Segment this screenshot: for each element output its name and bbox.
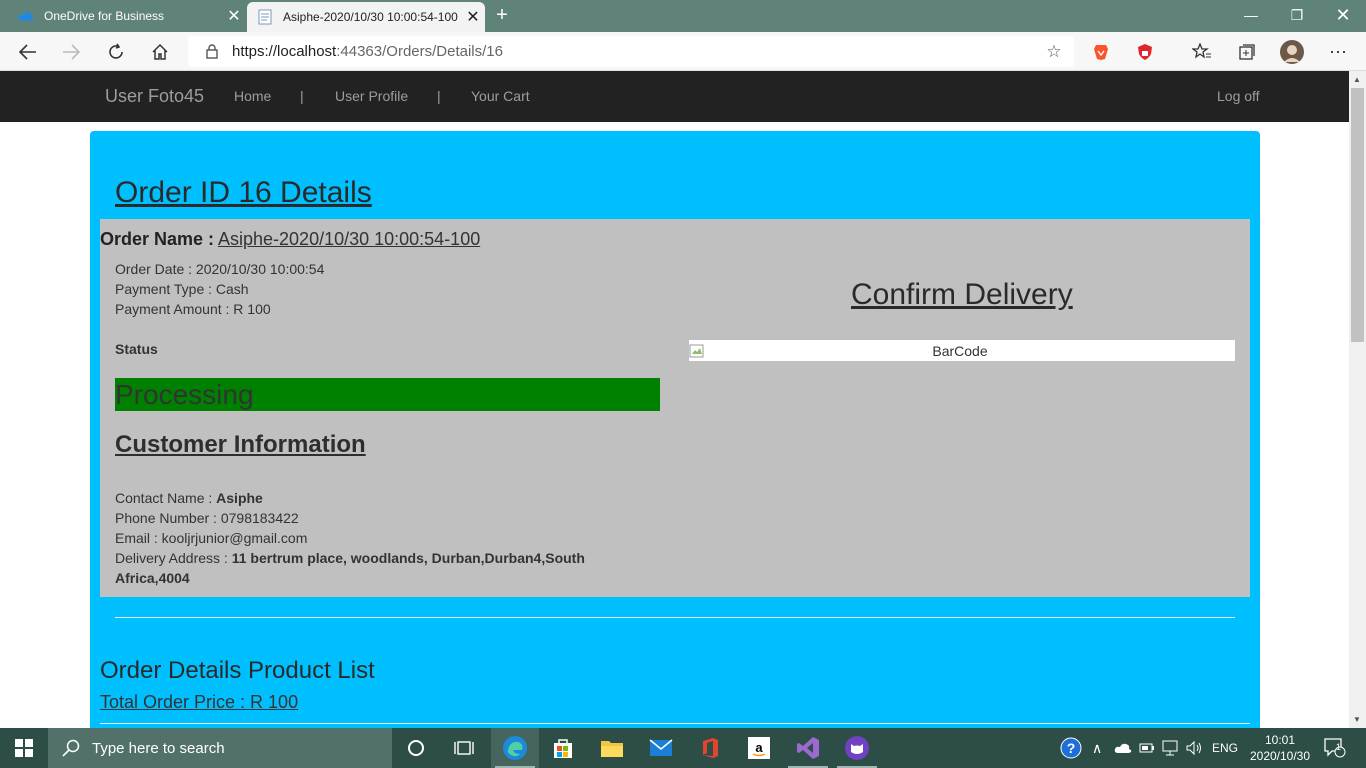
office-icon[interactable] xyxy=(686,728,734,768)
product-list-title: Order Details Product List xyxy=(100,657,375,684)
onedrive-tray-icon[interactable] xyxy=(1114,728,1132,768)
show-hidden-icons-icon[interactable]: ∧ xyxy=(1092,728,1102,768)
cortana-icon[interactable] xyxy=(392,728,440,768)
page-title: Order ID 16 Details xyxy=(115,176,372,209)
language-indicator[interactable]: ENG xyxy=(1212,728,1238,768)
onedrive-cloud-icon xyxy=(18,8,34,24)
browser-tab-strip: OneDrive for Business ✕ Asiphe-2020/10/3… xyxy=(0,0,1366,32)
shield-extension-icon[interactable] xyxy=(1131,38,1159,66)
clock-date: 2020/10/30 xyxy=(1249,749,1311,763)
tab-order-details[interactable]: Asiphe-2020/10/30 10:00:54-100 ✕ xyxy=(247,2,485,32)
total-order-price-link[interactable]: Total Order Price : R 100 xyxy=(100,692,298,713)
phone-number: Phone Number : 0798183422 xyxy=(115,510,299,526)
delivery-address-label: Delivery Address : xyxy=(115,550,232,566)
url-host: https://localhost xyxy=(232,43,337,60)
back-icon[interactable] xyxy=(14,38,42,66)
order-name-link[interactable]: Asiphe-2020/10/30 10:00:54-100 xyxy=(218,229,480,250)
address-bar[interactable]: https://localhost:44363/Orders/Details/1… xyxy=(188,36,1074,67)
lock-icon[interactable] xyxy=(202,44,222,59)
order-name-label: Order Name : xyxy=(100,229,215,249)
battery-icon[interactable] xyxy=(1139,728,1155,768)
payment-type: Payment Type : Cash xyxy=(115,281,249,297)
favorite-star-icon[interactable]: ☆ xyxy=(1034,42,1074,62)
scroll-down-icon[interactable]: ▼ xyxy=(1353,715,1361,724)
contact-name-value: Asiphe xyxy=(216,490,263,506)
taskbar-search-box[interactable]: Type here to search xyxy=(48,728,392,768)
system-clock[interactable]: 10:01 2020/10/30 xyxy=(1240,732,1320,764)
divider xyxy=(100,723,1250,724)
github-desktop-icon[interactable] xyxy=(833,728,881,768)
volume-icon[interactable] xyxy=(1186,728,1204,768)
broken-image-icon xyxy=(689,343,705,359)
divider xyxy=(115,617,1235,618)
payment-amount: Payment Amount : R 100 xyxy=(115,301,271,317)
delivery-address-line2: Africa,4004 xyxy=(115,570,190,586)
status-value: Processing xyxy=(115,379,254,410)
site-brand[interactable]: User Foto45 xyxy=(105,86,204,107)
nav-cart-link[interactable]: Your Cart xyxy=(471,88,530,104)
clock-time: 10:01 xyxy=(1264,733,1296,747)
barcode-image: BarCode xyxy=(689,340,1235,361)
refresh-icon[interactable] xyxy=(102,38,130,66)
new-tab-icon[interactable]: + xyxy=(490,4,514,28)
barcode-alt-text: BarCode xyxy=(932,342,988,359)
svg-text:a: a xyxy=(755,740,763,755)
customer-info-title: Customer Information xyxy=(115,431,366,458)
browser-toolbar: https://localhost:44363/Orders/Details/1… xyxy=(0,32,1366,71)
nav-logoff-link[interactable]: Log off xyxy=(1217,88,1260,104)
home-icon[interactable] xyxy=(146,38,174,66)
restore-icon[interactable]: ❐ xyxy=(1274,0,1320,32)
contact-name: Contact Name : Asiphe xyxy=(115,490,263,506)
windows-taskbar: Type here to search a ? ∧ ENG 10:01 2020… xyxy=(0,728,1366,768)
favorites-icon[interactable] xyxy=(1188,38,1216,66)
url-path: :44363/Orders/Details/16 xyxy=(336,43,503,60)
tab-label: OneDrive for Business xyxy=(44,9,165,23)
notification-count: 1 xyxy=(1336,742,1342,752)
tab-close-icon[interactable]: ✕ xyxy=(222,6,246,26)
svg-text:?: ? xyxy=(1067,740,1076,756)
collections-icon[interactable] xyxy=(1233,38,1261,66)
help-icon[interactable]: ? xyxy=(1060,728,1082,768)
profile-avatar[interactable] xyxy=(1278,38,1306,66)
delivery-address: Delivery Address : 11 bertrum place, woo… xyxy=(115,550,585,566)
edge-browser-icon[interactable] xyxy=(491,728,539,768)
brave-extension-icon[interactable] xyxy=(1087,38,1115,66)
mail-icon[interactable] xyxy=(637,728,685,768)
more-menu-icon[interactable]: ⋯ xyxy=(1324,38,1352,66)
contact-name-label: Contact Name : xyxy=(115,490,217,506)
delivery-address-cont: Africa,4004 xyxy=(115,570,190,586)
minimize-icon[interactable]: — xyxy=(1228,0,1274,32)
delivery-address-line1: 11 bertrum place, woodlands, Durban,Durb… xyxy=(231,550,585,566)
url-text: https://localhost:44363/Orders/Details/1… xyxy=(232,43,1034,60)
site-navbar: User Foto45 Home | User Profile | Your C… xyxy=(0,71,1349,122)
visual-studio-icon[interactable] xyxy=(784,728,832,768)
nav-separator: | xyxy=(300,88,304,104)
tab-onedrive[interactable]: OneDrive for Business ✕ xyxy=(0,0,246,32)
status-label: Status xyxy=(115,341,158,357)
vertical-scrollbar[interactable]: ▲ ▼ xyxy=(1349,71,1366,728)
store-icon[interactable] xyxy=(539,728,587,768)
status-badge: Processing xyxy=(115,378,660,411)
nav-home-link[interactable]: Home xyxy=(234,88,271,104)
search-placeholder: Type here to search xyxy=(92,739,225,757)
order-date: Order Date : 2020/10/30 10:00:54 xyxy=(115,261,325,277)
scrollbar-thumb[interactable] xyxy=(1351,88,1364,342)
search-icon xyxy=(62,739,80,757)
tab-close-icon[interactable]: ✕ xyxy=(461,7,485,27)
tab-label: Asiphe-2020/10/30 10:00:54-100 xyxy=(283,10,458,24)
task-view-icon[interactable] xyxy=(440,728,488,768)
forward-icon[interactable] xyxy=(57,38,85,66)
close-window-icon[interactable]: ✕ xyxy=(1320,0,1366,32)
scroll-up-icon[interactable]: ▲ xyxy=(1353,75,1361,84)
network-icon[interactable] xyxy=(1162,728,1180,768)
windows-start-icon[interactable] xyxy=(0,728,48,768)
file-explorer-icon[interactable] xyxy=(588,728,636,768)
email: Email : kooljrjunior@gmail.com xyxy=(115,530,308,546)
nav-separator: | xyxy=(437,88,441,104)
amazon-icon[interactable]: a xyxy=(735,728,783,768)
confirm-delivery-link[interactable]: Confirm Delivery xyxy=(851,278,1073,312)
nav-user-profile-link[interactable]: User Profile xyxy=(335,88,408,104)
page-icon xyxy=(257,9,273,25)
notifications-icon[interactable]: 1 xyxy=(1324,728,1346,768)
